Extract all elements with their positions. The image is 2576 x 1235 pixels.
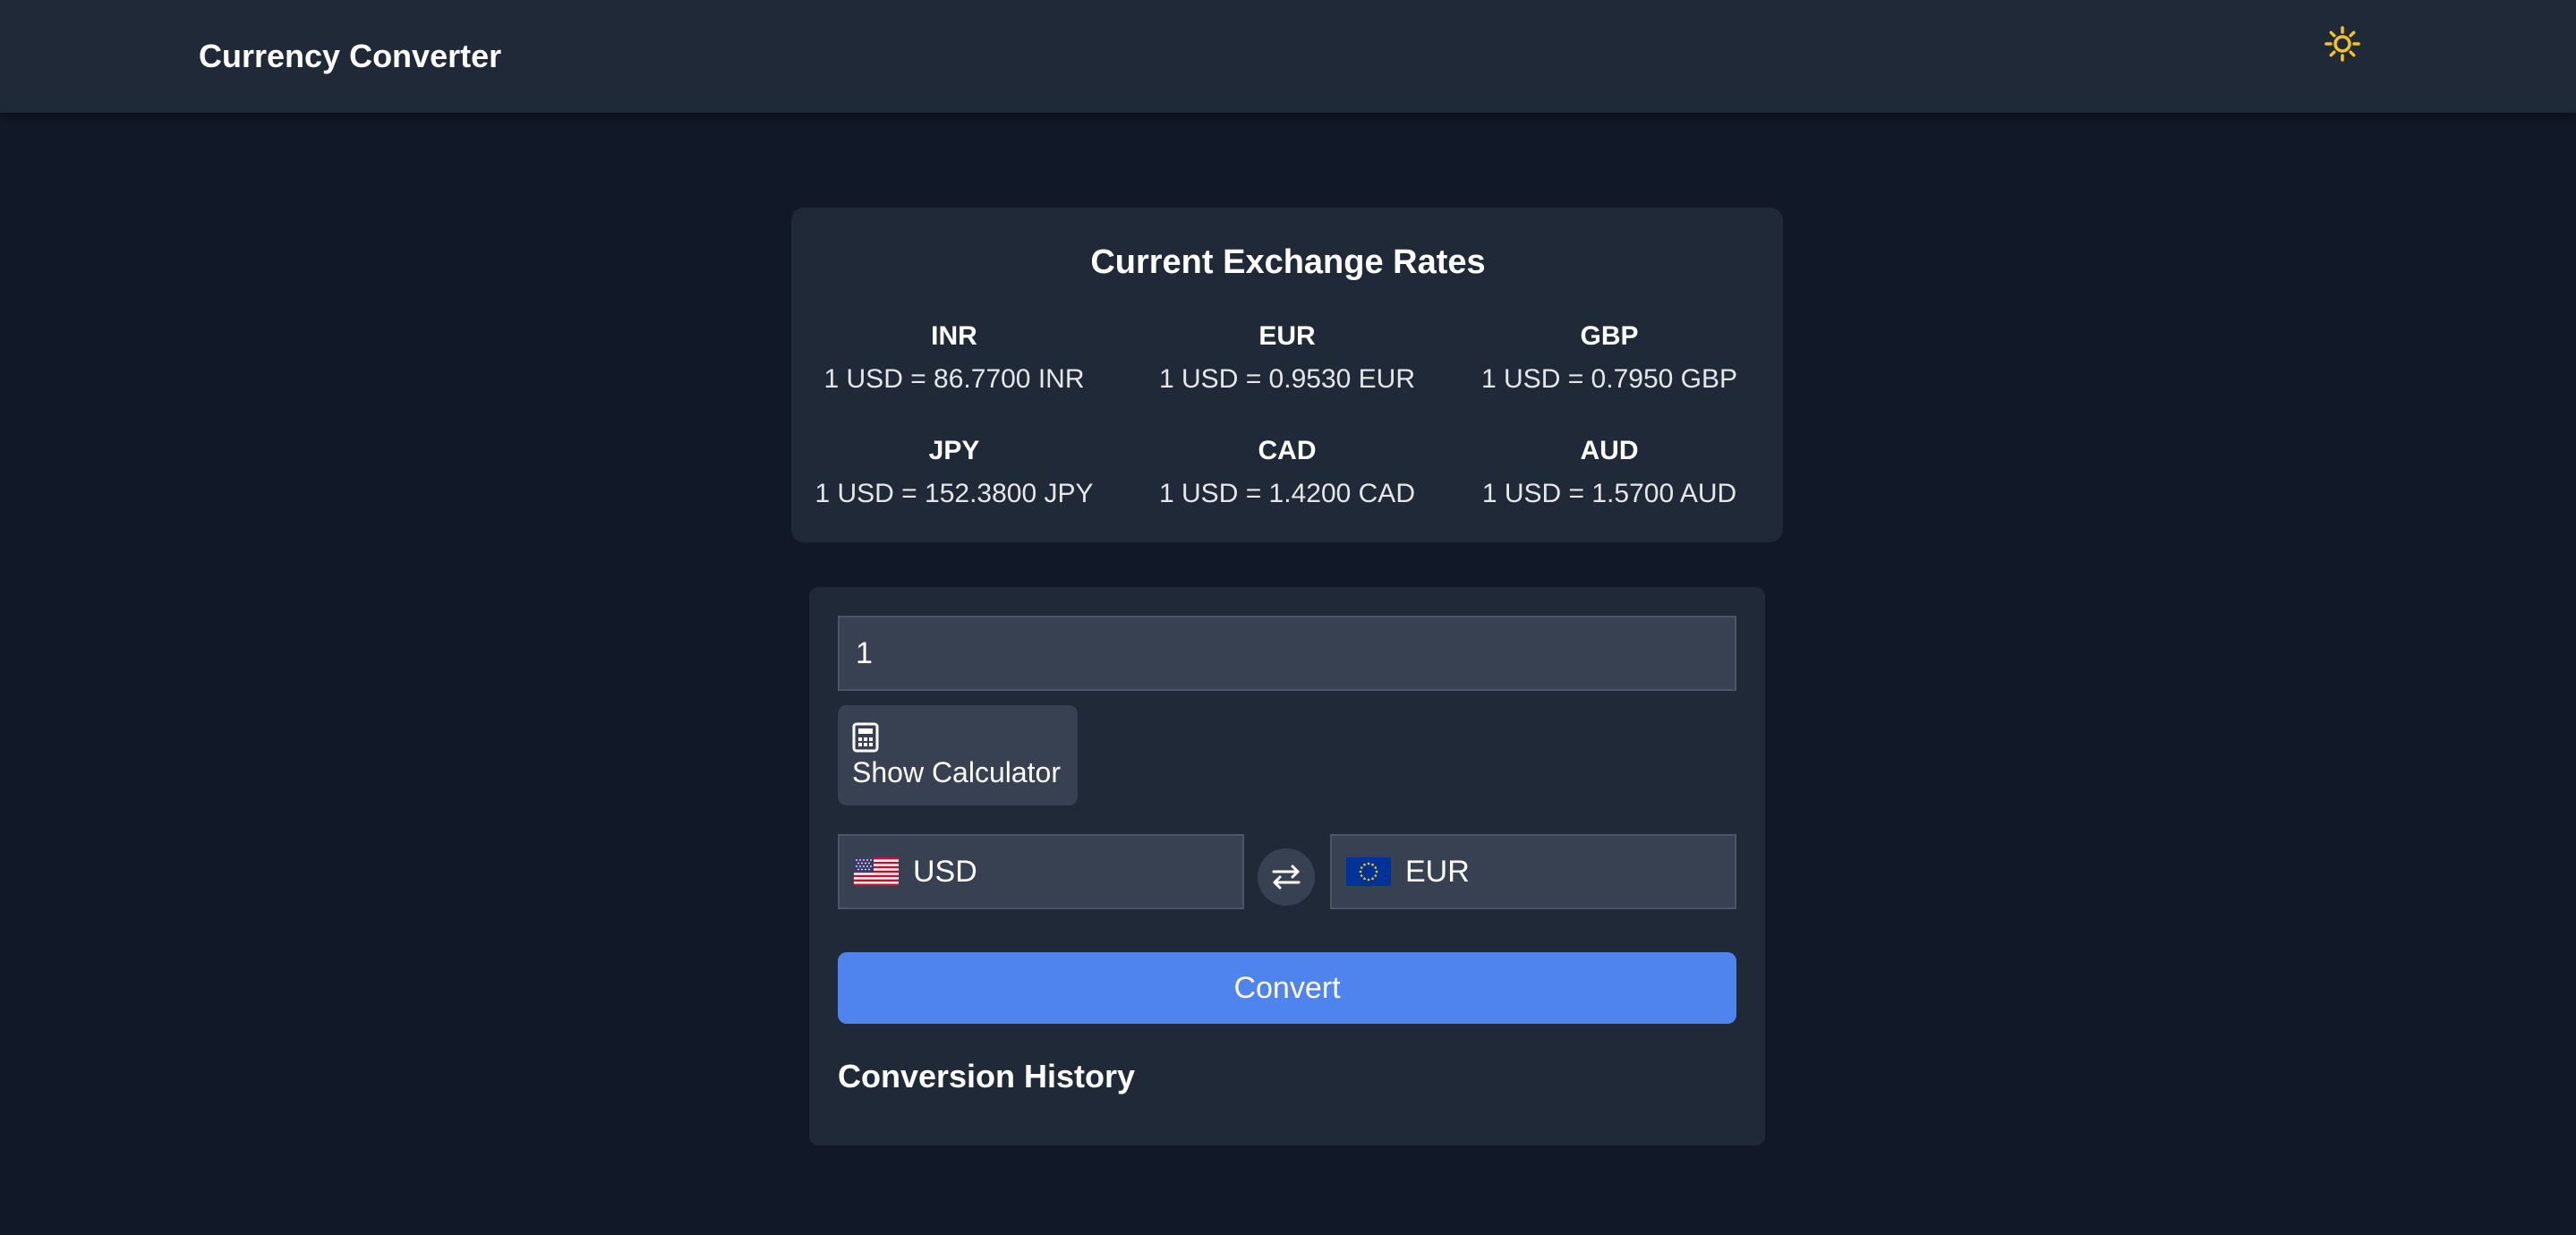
rate-item-jpy: JPY 1 USD = 152.3800 JPY: [793, 430, 1115, 515]
swap-arrows-icon: [1272, 864, 1301, 890]
to-currency-select[interactable]: EUR: [1330, 834, 1736, 909]
rate-code: EUR: [1258, 321, 1316, 351]
eu-flag-icon: [1346, 857, 1391, 886]
rate-value: 1 USD = 0.7950 GBP: [1481, 364, 1737, 394]
rate-code: INR: [931, 321, 977, 351]
rate-code: AUD: [1580, 436, 1639, 465]
rate-value: 1 USD = 0.9530 EUR: [1159, 364, 1415, 394]
rate-code: CAD: [1258, 436, 1317, 465]
conversion-history-title: Conversion History: [838, 1058, 1136, 1094]
from-currency-code: USD: [913, 854, 977, 889]
rate-item-cad: CAD 1 USD = 1.4200 CAD: [1126, 430, 1448, 515]
show-calculator-button[interactable]: Show Calculator: [838, 705, 1078, 805]
amount-input[interactable]: [838, 616, 1736, 691]
rate-value: 1 USD = 1.5700 AUD: [1481, 479, 1737, 508]
app-title: Currency Converter: [199, 38, 502, 74]
to-currency-code: EUR: [1405, 854, 1470, 889]
rate-value: 1 USD = 1.4200 CAD: [1159, 479, 1415, 508]
show-calculator-label: Show Calculator: [852, 755, 1061, 788]
rate-item-aud: AUD 1 USD = 1.5700 AUD: [1448, 430, 1770, 515]
rate-value: 1 USD = 86.7700 INR: [823, 364, 1085, 394]
exchange-rates-title: Current Exchange Rates: [1090, 243, 1486, 281]
rate-code: JPY: [928, 436, 980, 465]
convert-button[interactable]: Convert: [838, 952, 1736, 1024]
rate-value: 1 USD = 152.3800 JPY: [815, 479, 1094, 508]
rate-item-eur: EUR 1 USD = 0.9530 EUR: [1126, 315, 1448, 401]
swap-currencies-button[interactable]: [1258, 848, 1315, 906]
rate-item-inr: INR 1 USD = 86.7700 INR: [793, 315, 1115, 401]
app-header: Currency Converter: [0, 0, 2576, 113]
from-currency-select[interactable]: USD: [838, 834, 1244, 909]
theme-toggle-button[interactable]: [2318, 20, 2367, 68]
us-flag-icon: [854, 857, 899, 886]
sun-icon: [2324, 26, 2360, 62]
calculator-icon: [852, 722, 879, 752]
exchange-rates-grid: INR 1 USD = 86.7700 INR EUR 1 USD = 0.95…: [791, 315, 1783, 521]
rate-code: GBP: [1580, 321, 1639, 351]
rate-item-gbp: GBP 1 USD = 0.7950 GBP: [1448, 315, 1770, 401]
